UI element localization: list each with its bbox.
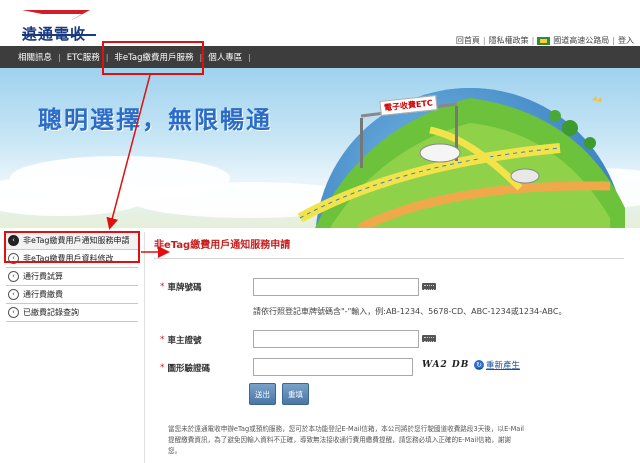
main-nav: 相關訊息 | ETC服務 | 非eTag繳費用戶服務 | 個人專區 |: [0, 46, 640, 68]
privacy-link[interactable]: 隱私權政策: [489, 35, 529, 46]
chevron-left-icon: ‹: [8, 307, 19, 318]
sidebar-item-label: 通行費試算: [23, 272, 63, 281]
login-link[interactable]: 登入: [618, 35, 634, 46]
submit-button[interactable]: 送出: [249, 383, 276, 405]
reset-button[interactable]: 重填: [282, 383, 309, 405]
logo-text: 遠通電收: [22, 25, 87, 43]
captcha-row: * 圖形驗證碼: [160, 362, 210, 374]
nav-news[interactable]: 相關訊息: [12, 51, 58, 63]
refresh-icon: ↻: [474, 360, 484, 370]
freeway-bureau-link[interactable]: 國道高速公路局: [553, 35, 609, 46]
owner-id-input[interactable]: [253, 330, 419, 348]
captcha-label: 圖形驗證碼: [167, 364, 211, 374]
captcha-refresh-link[interactable]: ↻ 重新產生: [474, 359, 520, 371]
annotation-box-nav: [102, 41, 204, 75]
annotation-box-sidebar: [4, 231, 140, 263]
banner-slogan: 聰明選擇，無限暢通: [38, 106, 272, 134]
plate-label: 車牌號碼: [167, 283, 202, 293]
sidebar-item-label: 通行費繳費: [23, 290, 63, 299]
freeway-bureau-icon: [537, 36, 551, 45]
captcha-input[interactable]: [253, 358, 413, 376]
page-title: 非eTag繳費用戶通知服務申請: [154, 240, 291, 251]
virtual-keyboard-icon[interactable]: [422, 335, 436, 342]
site-header: 遠通電收 回首頁 | 隱私權政策 | 國道高速公路局 | 登入: [0, 0, 640, 46]
required-asterisk: *: [160, 335, 165, 345]
virtual-keyboard-icon[interactable]: [422, 283, 436, 290]
nav-etc-service[interactable]: ETC服務: [61, 51, 106, 63]
hero-banner: 聰明選擇，無限暢通 電子收費ETC: [0, 68, 640, 228]
plate-input[interactable]: [253, 278, 419, 296]
owner-id-label: 車主證號: [167, 336, 202, 346]
required-asterisk: *: [160, 282, 165, 292]
nav-personal-area[interactable]: 個人專區: [202, 51, 248, 63]
main-content: 非eTag繳費用戶通知服務申請 * 車牌號碼 請依行照登記車牌號碼含"-"輸入，…: [154, 236, 634, 455]
sidebar-item-toll-calc[interactable]: ‹ 通行費試算: [6, 268, 138, 286]
globe-road-illustration: [0, 88, 640, 228]
required-asterisk: *: [160, 363, 165, 373]
title-divider: [154, 258, 624, 259]
sidebar-item-label: 已繳費記錄查詢: [23, 308, 79, 317]
owner-id-row: * 車主證號: [160, 334, 202, 346]
sidebar-item-toll-pay[interactable]: ‹ 通行費繳費: [6, 286, 138, 304]
refresh-label: 重新產生: [486, 361, 521, 371]
chevron-left-icon: ‹: [8, 289, 19, 300]
site-logo[interactable]: 遠通電收: [20, 6, 130, 43]
chevron-left-icon: ‹: [8, 271, 19, 282]
service-note: 當您未於遠通電收申辦eTag或預約服務，您可於本功能登記E-Mail信箱，本公司…: [168, 425, 525, 455]
sidebar-item-paid-history[interactable]: ‹ 已繳費記錄查詢: [6, 304, 138, 322]
plate-row: * 車牌號碼: [160, 281, 202, 293]
captcha-image: WA2 DB: [422, 360, 470, 370]
home-link[interactable]: 回首頁: [456, 35, 480, 46]
plate-hint: 請依行照登記車牌號碼含"-"輸入，例:AB-1234、5678-CD、ABC-1…: [253, 307, 567, 316]
content-divider: [144, 232, 145, 463]
top-links: 回首頁 | 隱私權政策 | 國道高速公路局 | 登入: [455, 35, 634, 46]
